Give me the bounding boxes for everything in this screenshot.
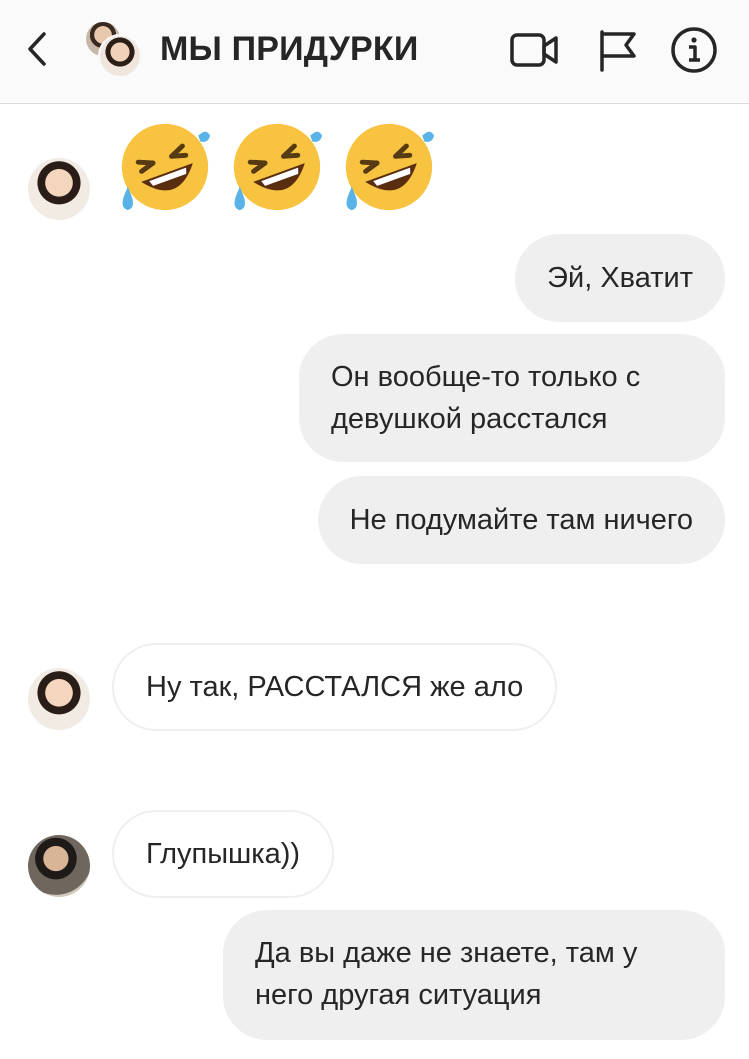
emoji-message[interactable]: 🤣🤣🤣 [116, 118, 446, 218]
message-text-line: него другая ситуация [255, 979, 542, 1011]
sender-avatar-jin[interactable] [28, 158, 90, 220]
group-avatar-stack[interactable] [84, 20, 144, 80]
message-text: Не подумайте там ничего [349, 504, 693, 536]
message-text-line: Да вы даже не знаете, там у [255, 937, 638, 969]
outgoing-message[interactable]: Он вообще-то только с девушкой расстался [299, 334, 725, 462]
rofl-emoji-icon [345, 123, 435, 211]
outgoing-message[interactable]: Эй, Хватит [515, 234, 725, 322]
chat-header: МЫ ПРИДУРКИ [0, 0, 749, 104]
info-icon[interactable] [668, 26, 720, 74]
message-text-line: девушкой расстался [331, 403, 608, 435]
message-text: Глупышка)) [146, 838, 301, 870]
video-call-icon[interactable] [508, 26, 560, 74]
report-flag-icon[interactable] [594, 26, 646, 74]
message-text-line: Он вообще-то только с [331, 361, 641, 393]
back-chevron-icon[interactable] [18, 26, 58, 72]
chat-title[interactable]: МЫ ПРИДУРКИ [160, 30, 418, 69]
message-text: Эй, Хватит [547, 262, 693, 294]
sender-avatar-rm[interactable] [28, 835, 90, 897]
outgoing-message[interactable]: Да вы даже не знаете, там у него другая … [223, 910, 725, 1040]
rofl-emoji-icon [121, 123, 211, 211]
incoming-message[interactable]: Ну так, РАССТАЛСЯ же ало [112, 643, 558, 731]
message-text: Ну так, РАССТАЛСЯ же ало [146, 671, 524, 703]
outgoing-message[interactable]: Не подумайте там ничего [317, 476, 725, 564]
group-member-avatar [98, 34, 142, 78]
rofl-emoji-icon [233, 123, 323, 211]
incoming-message[interactable]: Глупышка)) [112, 810, 335, 898]
sender-avatar-jin[interactable] [28, 668, 90, 730]
